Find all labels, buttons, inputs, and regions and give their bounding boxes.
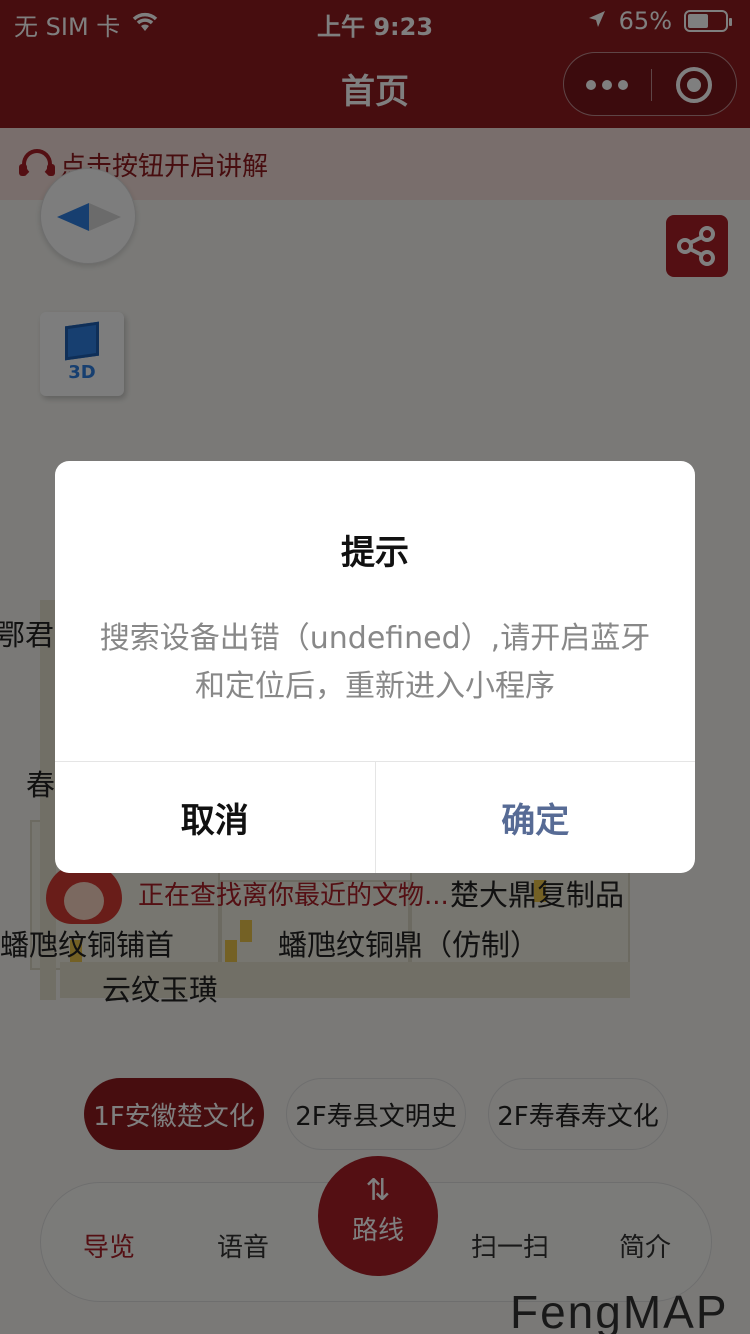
dialog-actions: 取消 确定 <box>55 761 695 873</box>
dialog-message: 搜索设备出错（undefined）,请开启蓝牙和定位后，重新进入小程序 <box>99 621 651 704</box>
alert-dialog: 提示 搜索设备出错（undefined）,请开启蓝牙和定位后，重新进入小程序 取… <box>55 461 695 873</box>
cancel-button[interactable]: 取消 <box>55 762 376 873</box>
confirm-button[interactable]: 确定 <box>376 762 696 873</box>
dialog-title: 提示 <box>341 533 409 573</box>
